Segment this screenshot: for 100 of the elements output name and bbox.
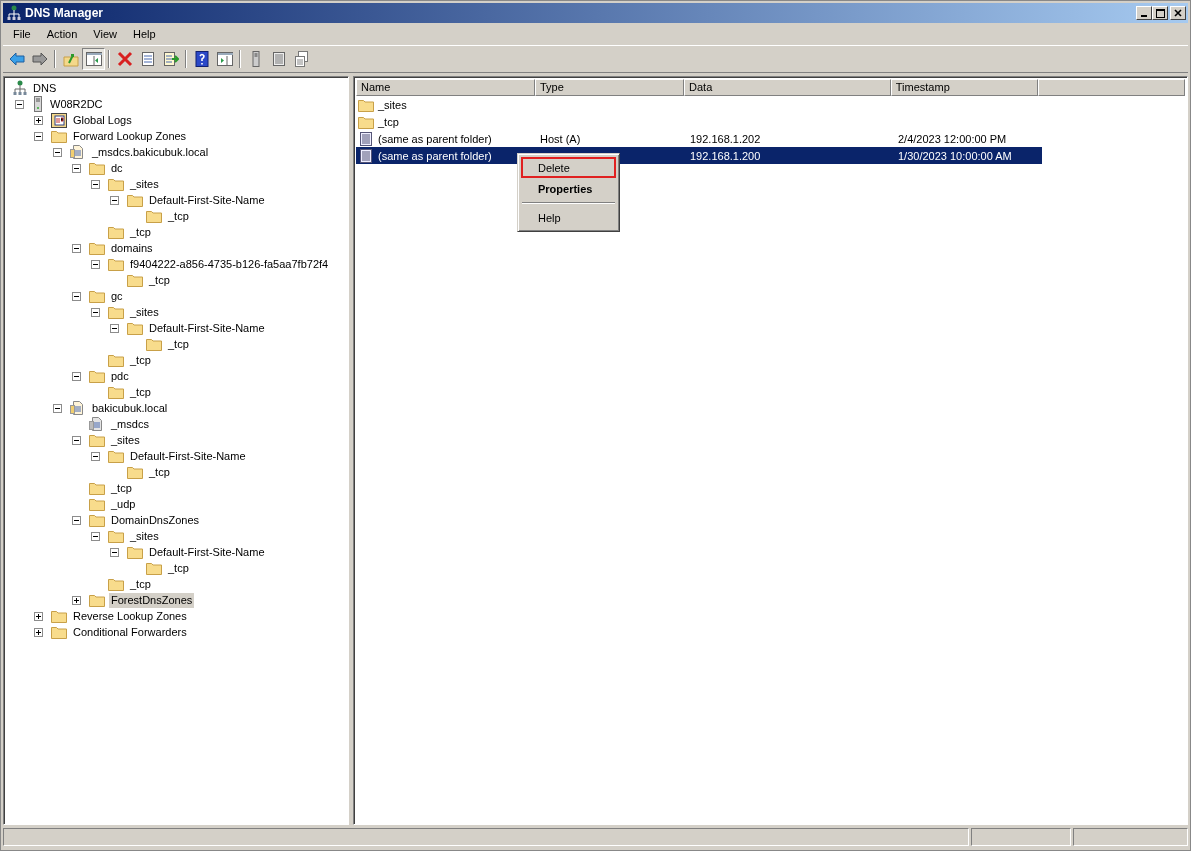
app-icon <box>7 5 21 21</box>
folder-icon <box>51 129 67 143</box>
collapse-icon[interactable] <box>72 291 81 301</box>
collapse-icon[interactable] <box>91 259 100 269</box>
close-button[interactable] <box>1170 6 1186 20</box>
record-row[interactable]: _tcp <box>356 113 1042 130</box>
context-menu-item[interactable]: Properties <box>521 178 616 199</box>
folder-icon <box>146 337 162 351</box>
folder-icon <box>51 609 67 623</box>
tree-item[interactable]: _tcp <box>147 464 172 480</box>
tree-item[interactable]: DomainDnsZones <box>109 512 202 528</box>
tree-item[interactable]: _sites <box>128 304 161 320</box>
folder-icon <box>89 241 105 255</box>
minimize-button[interactable] <box>1136 6 1152 20</box>
tree-item[interactable]: _sites <box>128 176 161 192</box>
console-tree-icon[interactable] <box>82 48 105 70</box>
expand-icon[interactable] <box>72 595 81 605</box>
tree-item[interactable]: Default-First-Site-Name <box>128 448 248 464</box>
tree-item[interactable]: Default-First-Site-Name <box>147 544 267 560</box>
tree-item[interactable]: DNS <box>31 80 59 96</box>
collapse-icon[interactable] <box>15 99 24 109</box>
column-header[interactable]: Data <box>684 79 891 96</box>
network-icon <box>13 80 27 96</box>
collapse-icon[interactable] <box>110 195 119 205</box>
tree-item[interactable]: f9404222-a856-4735-b126-fa5aa7fb72f4 <box>128 256 331 272</box>
delegated-zone-icon <box>89 416 105 432</box>
tree-item[interactable]: _sites <box>109 432 142 448</box>
tree-item[interactable]: W08R2DC <box>48 96 105 112</box>
folder-icon <box>146 209 162 223</box>
folder-icon <box>108 449 124 463</box>
tree-item[interactable]: _msdcs <box>109 416 151 432</box>
collapse-icon[interactable] <box>110 547 119 557</box>
column-header[interactable] <box>1037 79 1185 96</box>
menu-item[interactable]: View <box>85 26 125 42</box>
close-icon <box>1174 9 1182 17</box>
tree-item[interactable]: Default-First-Site-Name <box>147 320 267 336</box>
collapse-icon[interactable] <box>72 243 81 253</box>
record-row[interactable]: _sites <box>356 96 1042 113</box>
zone-icon <box>70 144 86 160</box>
data-cell: 192.168.1.202 <box>690 132 761 145</box>
tree-item[interactable]: Global Logs <box>71 112 134 128</box>
collapse-icon[interactable] <box>53 403 62 413</box>
menu-item[interactable]: Action <box>38 26 86 42</box>
tree-item[interactable]: _msdcs.bakicubuk.local <box>90 144 211 160</box>
collapse-icon[interactable] <box>53 147 62 157</box>
collapse-icon[interactable] <box>110 323 119 333</box>
tree-item[interactable]: dc <box>109 160 125 176</box>
menu-item[interactable]: File <box>5 26 39 42</box>
tree-item[interactable]: gc <box>109 288 125 304</box>
tree-item[interactable]: _tcp <box>166 208 191 224</box>
folder-icon <box>89 433 105 447</box>
tree-item[interactable]: _tcp <box>128 224 153 240</box>
folder-icon <box>108 353 124 367</box>
tree-item[interactable]: ForestDnsZones <box>109 592 195 608</box>
record-icon <box>358 130 374 147</box>
column-header[interactable]: Name <box>356 79 535 96</box>
tree-item[interactable]: _udp <box>109 496 138 512</box>
context-menu-item[interactable]: Delete <box>521 157 616 178</box>
expand-icon[interactable] <box>34 627 43 637</box>
tree-item[interactable]: Forward Lookup Zones <box>71 128 189 144</box>
tree-item[interactable]: _tcp <box>166 560 191 576</box>
tree-item[interactable]: pdc <box>109 368 131 384</box>
tree-item[interactable]: _tcp <box>128 384 153 400</box>
folder-icon <box>89 289 105 303</box>
tree-item[interactable]: _tcp <box>147 272 172 288</box>
tree-item[interactable]: _tcp <box>109 480 134 496</box>
folder-icon <box>89 161 105 175</box>
collapse-icon[interactable] <box>72 371 81 381</box>
collapse-icon[interactable] <box>72 515 81 525</box>
menu-item[interactable]: Help <box>124 26 164 42</box>
tree-item[interactable]: _tcp <box>128 576 153 592</box>
collapse-icon[interactable] <box>34 131 43 141</box>
column-header[interactable]: Type <box>534 79 685 96</box>
folder-icon <box>146 561 162 575</box>
collapse-icon[interactable] <box>72 163 81 173</box>
tree-item[interactable]: Default-First-Site-Name <box>147 192 267 208</box>
expand-icon[interactable] <box>34 115 43 125</box>
collapse-icon[interactable] <box>91 531 100 541</box>
collapse-icon[interactable] <box>91 179 100 189</box>
folder-icon <box>108 529 124 543</box>
collapse-icon[interactable] <box>72 435 81 445</box>
tree-item[interactable]: _sites <box>128 528 161 544</box>
expand-icon[interactable] <box>34 611 43 621</box>
tree-item[interactable]: bakicubuk.local <box>90 400 170 416</box>
folder-icon <box>127 193 143 207</box>
folder-icon <box>89 513 105 527</box>
record-row[interactable]: (same as parent folder) Host (A) 192.168.1.202 2/4/2023 12:00:00 PM <box>356 130 1042 147</box>
tree-item[interactable]: domains <box>109 240 155 256</box>
record-icon <box>358 147 374 164</box>
tree-item[interactable]: Reverse Lookup Zones <box>71 608 189 624</box>
context-menu-item[interactable]: Help <box>521 207 616 228</box>
collapse-icon[interactable] <box>91 307 100 317</box>
column-header[interactable]: Timestamp <box>890 79 1038 96</box>
tree-item[interactable]: _tcp <box>166 336 191 352</box>
maximize-button[interactable] <box>1152 6 1168 20</box>
tree-item[interactable]: _tcp <box>128 352 153 368</box>
collapse-icon[interactable] <box>91 451 100 461</box>
record-row[interactable]: (same as parent folder) 192.168.1.200 1/30/2023 10:00:00 AM <box>356 147 1042 164</box>
folder-icon <box>108 225 124 239</box>
tree-item[interactable]: Conditional Forwarders <box>71 624 189 640</box>
